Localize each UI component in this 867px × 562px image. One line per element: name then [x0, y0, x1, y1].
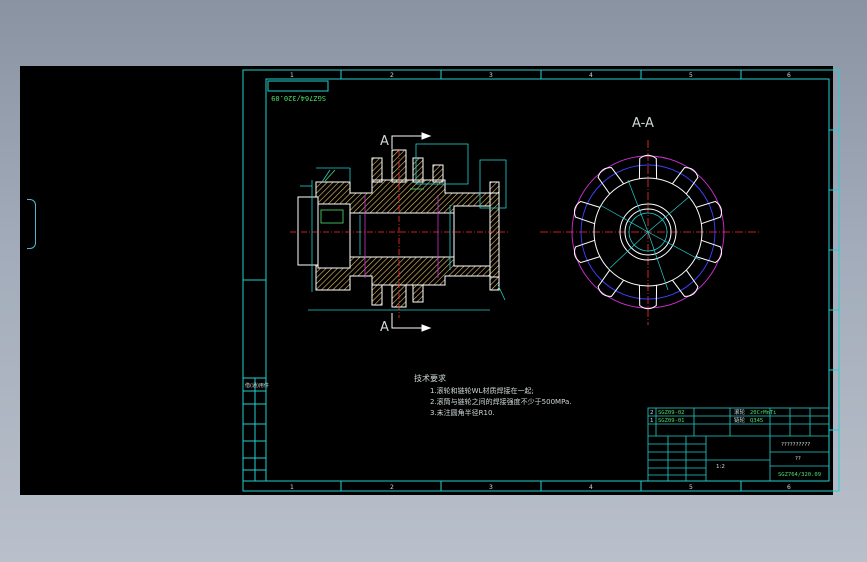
zone-top-6: 6 [787, 72, 791, 79]
cut-label-top: A [380, 134, 389, 149]
technical-requirements: 技术要求 1.滚轮和链轮WL材质焊接在一起; 2.滚筒与链轮之间的焊接强度不少于… [414, 373, 572, 417]
zone-top-5: 5 [689, 72, 693, 79]
section-label: A-A [632, 116, 654, 131]
zone-top-3: 3 [489, 72, 493, 79]
zone-bottom-5: 5 [689, 484, 693, 491]
title-block-scale: 1:2 [716, 464, 725, 470]
left-strip [242, 377, 267, 482]
section-a-a-view: A-A [540, 116, 760, 325]
part-1-no: 1 [650, 418, 654, 424]
rotated-code-box: SGZ764/320.09 [267, 80, 329, 102]
zone-bottom-6: 6 [787, 484, 791, 491]
zone-top-4: 4 [589, 72, 593, 79]
rotated-code-text: SGZ764/320.09 [271, 94, 326, 102]
front-section-view: A A [290, 132, 510, 335]
tech-req-title: 技术要求 [414, 373, 446, 383]
tech-req-item-3: 3.未注圆角半径R10. [430, 408, 495, 417]
part-2-material: 20CrMnTi [750, 410, 777, 416]
part-1-name: 链轮 [734, 416, 746, 424]
zone-bottom-2: 2 [390, 484, 394, 491]
tech-req-item-2: 2.滚筒与链轮之间的焊接强度不少于500MPa. [430, 397, 572, 406]
part-2-code: SGZ09-02 [658, 410, 685, 416]
tech-req-item-1: 1.滚轮和链轮WL材质焊接在一起; [430, 386, 534, 395]
left-strip-label: 借(通)用件 [245, 382, 269, 389]
title-block-title: ?????????? [781, 442, 810, 448]
part-2-no: 2 [650, 410, 654, 416]
title-block-subtitle: ?? [795, 456, 801, 462]
zone-top-2: 2 [390, 72, 394, 79]
title-block-code: SGZ764/320.09 [778, 472, 821, 478]
part-2-name: 滚轮 [734, 408, 746, 416]
zone-bottom-4: 4 [589, 484, 593, 491]
zone-top-1: 1 [290, 72, 294, 79]
part-1-code: SGZ09-01 [658, 418, 685, 424]
cut-label-bottom: A [380, 320, 389, 335]
zone-bottom-1: 1 [290, 484, 294, 491]
zone-bottom-3: 3 [489, 484, 493, 491]
cad-drawing: 1 2 3 4 5 6 1 2 3 4 5 6 SGZ764/320.09 借(… [242, 69, 840, 492]
part-1-material: Q345 [750, 418, 763, 424]
